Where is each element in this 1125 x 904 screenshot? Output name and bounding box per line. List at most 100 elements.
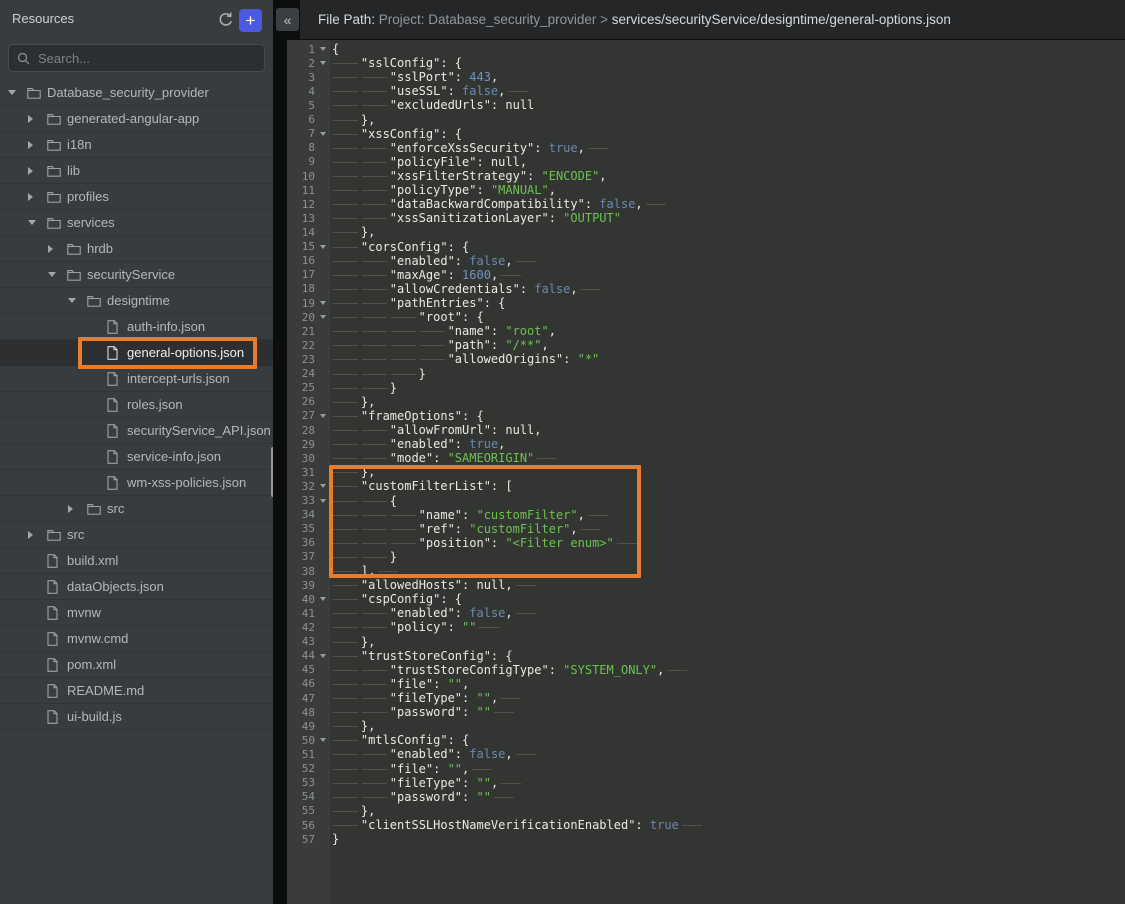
chevron-right-icon[interactable] xyxy=(48,245,53,253)
code-line[interactable]: "pathEntries": { xyxy=(330,296,1125,310)
code-line[interactable]: "fileType": "", xyxy=(330,691,1125,705)
code-line[interactable]: "mode": "SAMEORIGIN" xyxy=(330,451,1125,465)
code-line[interactable]: "path": "/**", xyxy=(330,338,1125,352)
tree-item-lib[interactable]: lib xyxy=(0,158,273,184)
tree-item-readme-md[interactable]: README.md xyxy=(0,678,273,704)
tree-item-src[interactable]: src xyxy=(0,522,273,548)
code-line[interactable]: "enabled": false, xyxy=(330,747,1125,761)
search-box[interactable] xyxy=(8,44,265,72)
fold-arrow-icon[interactable] xyxy=(320,597,326,601)
tree-item-mvnw[interactable]: mvnw xyxy=(0,600,273,626)
code-line[interactable]: "excludedUrls": null xyxy=(330,98,1125,112)
code-line[interactable]: "mtlsConfig": { xyxy=(330,733,1125,747)
code-line[interactable]: "frameOptions": { xyxy=(330,409,1125,423)
tree-item-roles-json[interactable]: roles.json xyxy=(0,392,273,418)
code-line[interactable]: "xssConfig": { xyxy=(330,127,1125,141)
code-line[interactable]: "xssFilterStrategy": "ENCODE", xyxy=(330,169,1125,183)
fold-arrow-icon[interactable] xyxy=(320,484,326,488)
code-line[interactable]: } xyxy=(330,367,1125,381)
code-line[interactable]: "enabled": false, xyxy=(330,254,1125,268)
fold-arrow-icon[interactable] xyxy=(320,47,326,51)
code-line[interactable]: "corsConfig": { xyxy=(330,240,1125,254)
code-line[interactable]: ], xyxy=(330,564,1125,578)
chevron-right-icon[interactable] xyxy=(28,141,33,149)
tree-item-ui-build-js[interactable]: ui-build.js xyxy=(0,704,273,730)
code-line[interactable]: "allowedHosts": null, xyxy=(330,578,1125,592)
tree-item-generated-angular-app[interactable]: generated-angular-app xyxy=(0,106,273,132)
tree-item-auth-info-json[interactable]: auth-info.json xyxy=(0,314,273,340)
code-line[interactable]: "dataBackwardCompatibility": false, xyxy=(330,197,1125,211)
code-line[interactable]: "policyType": "MANUAL", xyxy=(330,183,1125,197)
code-line[interactable]: "enabled": false, xyxy=(330,606,1125,620)
tree-item-dataobjects-json[interactable]: dataObjects.json xyxy=(0,574,273,600)
tree-item-designtime[interactable]: designtime xyxy=(0,288,273,314)
code-line[interactable]: { xyxy=(330,494,1125,508)
collapse-panel-button[interactable]: « xyxy=(276,8,299,31)
tree-item-service-info-json[interactable]: service-info.json xyxy=(0,444,273,470)
code-line[interactable]: "maxAge": 1600, xyxy=(330,268,1125,282)
chevron-down-icon[interactable] xyxy=(48,272,56,277)
code-line[interactable]: "password": "" xyxy=(330,790,1125,804)
code-line[interactable]: "allowCredentials": false, xyxy=(330,282,1125,296)
code-line[interactable]: }, xyxy=(330,804,1125,818)
code-line[interactable]: "clientSSLHostNameVerificationEnabled": … xyxy=(330,818,1125,832)
code-line[interactable]: "useSSL": false, xyxy=(330,84,1125,98)
fold-arrow-icon[interactable] xyxy=(320,738,326,742)
code-line[interactable]: "file": "", xyxy=(330,677,1125,691)
chevron-down-icon[interactable] xyxy=(68,298,76,303)
tree-item-hrdb[interactable]: hrdb xyxy=(0,236,273,262)
tree-item-database-security-provider[interactable]: Database_security_provider xyxy=(0,80,273,106)
code-line[interactable]: } xyxy=(330,381,1125,395)
code-line[interactable]: "fileType": "", xyxy=(330,776,1125,790)
code-line[interactable]: "root": { xyxy=(330,310,1125,324)
code-line[interactable]: }, xyxy=(330,719,1125,733)
code-line[interactable]: "enforceXssSecurity": true, xyxy=(330,141,1125,155)
fold-arrow-icon[interactable] xyxy=(320,301,326,305)
code-line[interactable]: { xyxy=(330,42,1125,56)
code-line[interactable]: "name": "root", xyxy=(330,324,1125,338)
fold-arrow-icon[interactable] xyxy=(320,61,326,65)
chevron-down-icon[interactable] xyxy=(8,90,16,95)
code-line[interactable]: "trustStoreConfigType": "SYSTEM_ONLY", xyxy=(330,663,1125,677)
chevron-right-icon[interactable] xyxy=(68,505,73,513)
tree-item-intercept-urls-json[interactable]: intercept-urls.json xyxy=(0,366,273,392)
refresh-button[interactable] xyxy=(216,10,236,30)
tree-item-i18n[interactable]: i18n xyxy=(0,132,273,158)
chevron-right-icon[interactable] xyxy=(28,531,33,539)
fold-arrow-icon[interactable] xyxy=(320,499,326,503)
search-input[interactable] xyxy=(36,50,264,67)
code-line[interactable]: }, xyxy=(330,225,1125,239)
code-line[interactable]: "policy": "" xyxy=(330,620,1125,634)
code-line[interactable]: }, xyxy=(330,635,1125,649)
code-line[interactable]: }, xyxy=(330,395,1125,409)
code-line[interactable]: }, xyxy=(330,113,1125,127)
code-line[interactable]: "password": "" xyxy=(330,705,1125,719)
fold-arrow-icon[interactable] xyxy=(320,315,326,319)
tree-item-pom-xml[interactable]: pom.xml xyxy=(0,652,273,678)
code-line[interactable]: } xyxy=(330,832,1125,846)
tree-item-general-options-json[interactable]: general-options.json xyxy=(0,340,273,366)
code-line[interactable]: "xssSanitizationLayer": "OUTPUT" xyxy=(330,211,1125,225)
tree-item-profiles[interactable]: profiles xyxy=(0,184,273,210)
code-line[interactable]: "name": "customFilter", xyxy=(330,508,1125,522)
fold-arrow-icon[interactable] xyxy=(320,132,326,136)
code-line[interactable]: }, xyxy=(330,465,1125,479)
chevron-right-icon[interactable] xyxy=(28,167,33,175)
code-line[interactable]: "cspConfig": { xyxy=(330,592,1125,606)
tree-item-build-xml[interactable]: build.xml xyxy=(0,548,273,574)
chevron-down-icon[interactable] xyxy=(28,220,36,225)
fold-arrow-icon[interactable] xyxy=(320,654,326,658)
code-line[interactable]: "sslPort": 443, xyxy=(330,70,1125,84)
fold-arrow-icon[interactable] xyxy=(320,245,326,249)
tree-item-services[interactable]: services xyxy=(0,210,273,236)
code-line[interactable]: "position": "<Filter enum>" xyxy=(330,536,1125,550)
tree-item-src[interactable]: src xyxy=(0,496,273,522)
code-line[interactable]: "enabled": true, xyxy=(330,437,1125,451)
tree-item-securityservice[interactable]: securityService xyxy=(0,262,273,288)
chevron-right-icon[interactable] xyxy=(28,115,33,123)
code-line[interactable]: "customFilterList": [ xyxy=(330,479,1125,493)
tree-item-mvnw-cmd[interactable]: mvnw.cmd xyxy=(0,626,273,652)
code-editor[interactable]: {"sslConfig": {"sslPort": 443,"useSSL": … xyxy=(330,40,1125,904)
code-line[interactable]: } xyxy=(330,550,1125,564)
code-line[interactable]: "sslConfig": { xyxy=(330,56,1125,70)
